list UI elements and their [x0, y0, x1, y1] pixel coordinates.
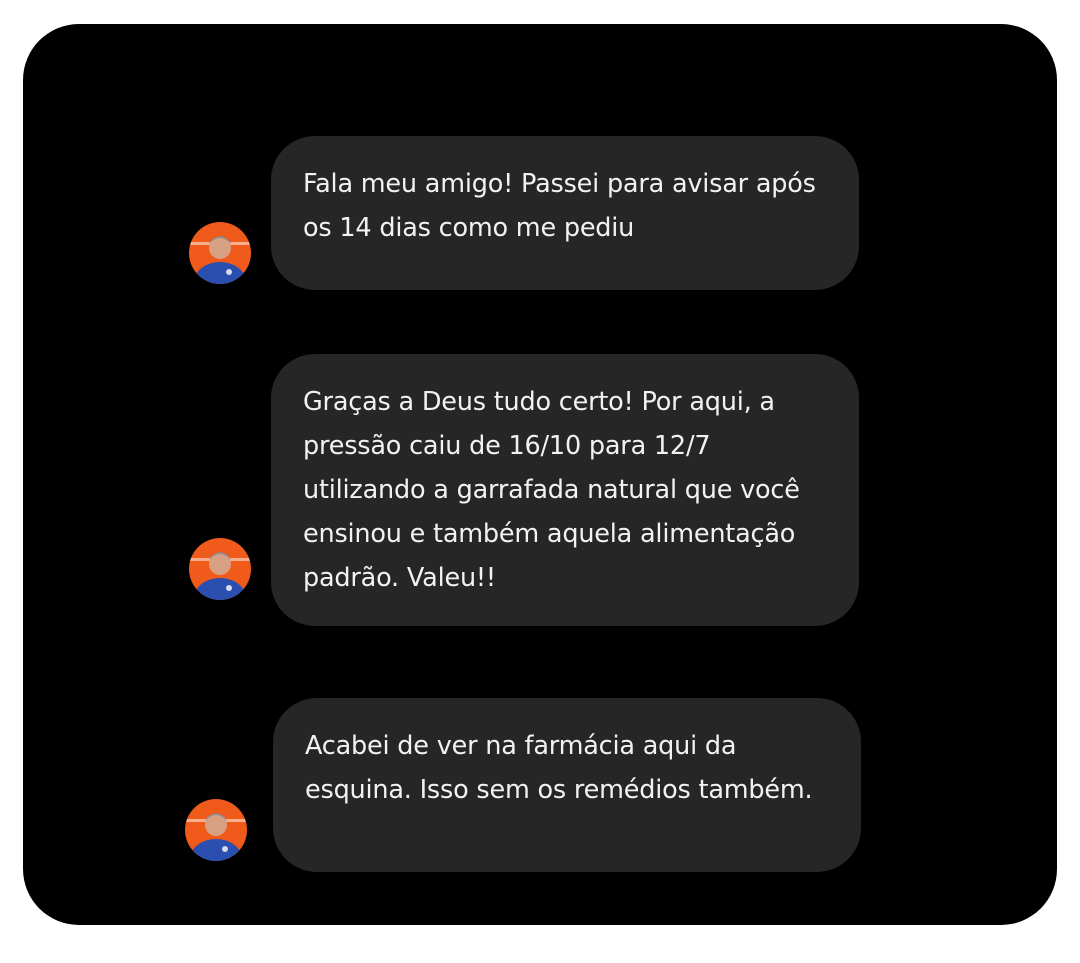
message-text: Acabei de ver na farmácia aqui da esquin…: [305, 731, 813, 805]
avatar: [189, 538, 251, 600]
avatar-photo-icon: [189, 538, 251, 600]
avatar-photo-icon: [185, 799, 247, 861]
avatar: [189, 222, 251, 284]
message-text: Graças a Deus tudo certo! Por aqui, a pr…: [303, 387, 800, 593]
avatar: [185, 799, 247, 861]
message-bubble: Fala meu amigo! Passei para avisar após …: [271, 136, 859, 290]
chat-card: Fala meu amigo! Passei para avisar após …: [23, 24, 1057, 925]
message-bubble: Graças a Deus tudo certo! Por aqui, a pr…: [271, 354, 859, 626]
avatar-photo-icon: [189, 222, 251, 284]
message-text: Fala meu amigo! Passei para avisar após …: [303, 169, 816, 243]
message-bubble: Acabei de ver na farmácia aqui da esquin…: [273, 698, 861, 872]
